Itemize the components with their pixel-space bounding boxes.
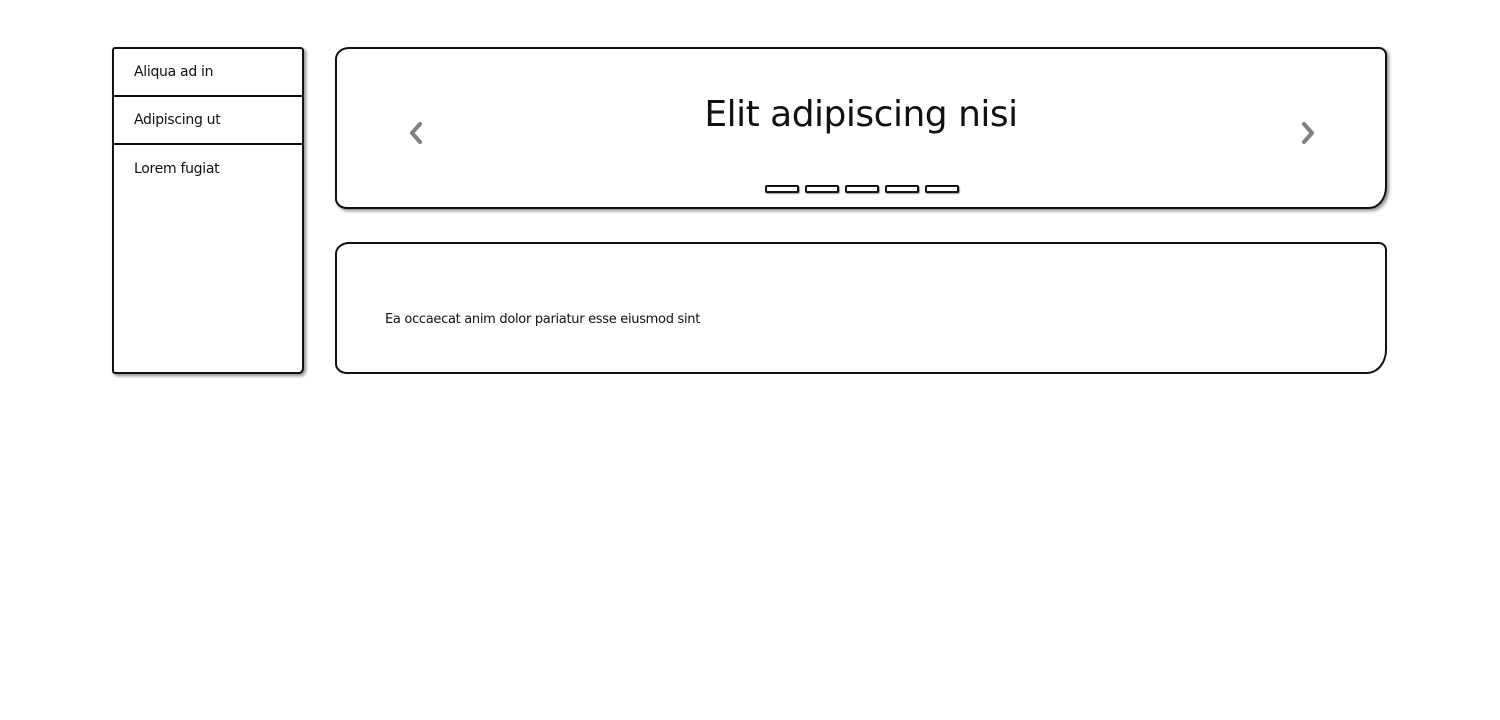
carousel-indicator-1[interactable] (765, 185, 799, 193)
sidebar-item-label: Adipiscing ut (134, 112, 221, 128)
sidebar-item-aliqua-ad-in[interactable]: Aliqua ad in (114, 49, 302, 97)
sidebar-item-label: Aliqua ad in (134, 64, 214, 80)
carousel-next-button[interactable] (1297, 120, 1319, 146)
sidebar-item-adipiscing-ut[interactable]: Adipiscing ut (114, 97, 302, 145)
sidebar-item-label: Lorem fugiat (134, 161, 220, 177)
content-panel: Ea occaecat anim dolor pariatur esse eiu… (335, 242, 1387, 374)
sidebar-item-lorem-fugiat[interactable]: Lorem fugiat (114, 145, 302, 193)
carousel-indicator-3[interactable] (845, 185, 879, 193)
content-text: Ea occaecat anim dolor pariatur esse eiu… (385, 312, 701, 327)
carousel-indicator-5[interactable] (925, 185, 959, 193)
carousel-indicator-2[interactable] (805, 185, 839, 193)
carousel-indicator-4[interactable] (885, 185, 919, 193)
sidebar: Aliqua ad in Adipiscing ut Lorem fugiat (112, 47, 304, 374)
chevron-right-icon (1302, 122, 1314, 144)
carousel-indicators (765, 185, 959, 193)
carousel: Elit adipiscing nisi (335, 47, 1387, 209)
carousel-title: Elit adipiscing nisi (704, 94, 1018, 135)
